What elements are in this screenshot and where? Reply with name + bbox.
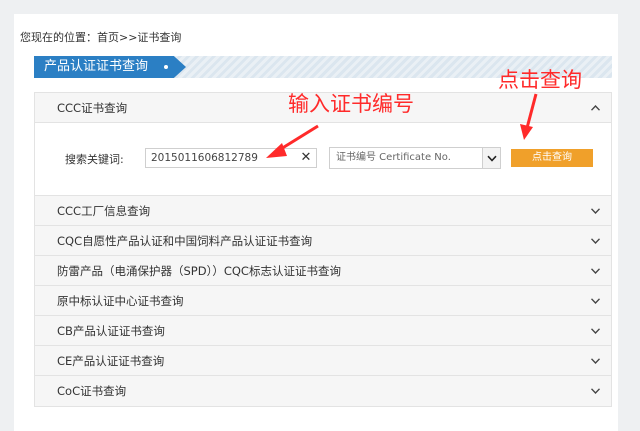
accordion-header-spd[interactable]: 防雷产品（电涌保护器（SPD））CQC标志认证证书查询: [35, 256, 611, 286]
bullet-icon: [164, 65, 168, 69]
chevron-down-icon: [589, 316, 601, 346]
accordion-header-cb[interactable]: CB产品认证证书查询: [35, 316, 611, 346]
accordion-label: CoC证书查询: [57, 384, 127, 398]
input-hint-annotation: 输入证书编号: [288, 92, 414, 116]
search-keyword-label: 搜索关键词:: [65, 153, 124, 166]
query-button[interactable]: 点击查询: [511, 149, 593, 167]
accordion-label: CCC工厂信息查询: [57, 204, 151, 218]
certificate-number-input[interactable]: [145, 148, 317, 168]
accordion-label: 原中标认证中心证书查询: [57, 294, 184, 308]
accordion-header-cesi[interactable]: 原中标认证中心证书查询: [35, 286, 611, 316]
accordion-label: CCC证书查询: [57, 101, 128, 115]
chevron-down-icon: [589, 226, 601, 256]
chevron-down-icon: [589, 346, 601, 376]
chevron-down-icon: [589, 256, 601, 286]
accordion-header-ccc-factory[interactable]: CCC工厂信息查询: [35, 196, 611, 226]
ccc-search-form: 搜索关键词: ✕ 证书编号 Certificate No. 点击查询: [35, 123, 611, 196]
clear-icon[interactable]: ✕: [298, 150, 314, 166]
accordion-label: CB产品认证证书查询: [57, 324, 165, 338]
search-type-select[interactable]: 证书编号 Certificate No.: [329, 147, 501, 169]
section-title: 产品认证证书查询: [34, 56, 186, 78]
breadcrumb: 您现在的位置：首页>>证书查询: [20, 31, 182, 44]
click-hint-annotation: 点击查询: [498, 68, 582, 92]
accordion-label: CQC自愿性产品认证和中国饲料产品认证证书查询: [57, 234, 313, 248]
accordion-header-cqc-voluntary[interactable]: CQC自愿性产品认证和中国饲料产品认证证书查询: [35, 226, 611, 256]
chevron-down-icon[interactable]: [482, 148, 500, 168]
chevron-down-icon: [589, 286, 601, 316]
accordion-label: CE产品认证证书查询: [57, 354, 165, 368]
chevron-down-icon: [589, 376, 601, 406]
search-type-value: 证书编号 Certificate No.: [336, 152, 451, 163]
accordion-label: 防雷产品（电涌保护器（SPD））CQC标志认证证书查询: [57, 264, 341, 278]
accordion-header-ce[interactable]: CE产品认证证书查询: [35, 346, 611, 376]
chevron-up-icon: [589, 93, 601, 123]
chevron-down-icon: [589, 196, 601, 226]
accordion-header-coc[interactable]: CoC证书查询: [35, 376, 611, 406]
section-title-label: 产品认证证书查询: [44, 59, 149, 74]
accordion: CCC证书查询 搜索关键词: ✕ 证书编号 Certificate No. 点击…: [34, 92, 612, 407]
